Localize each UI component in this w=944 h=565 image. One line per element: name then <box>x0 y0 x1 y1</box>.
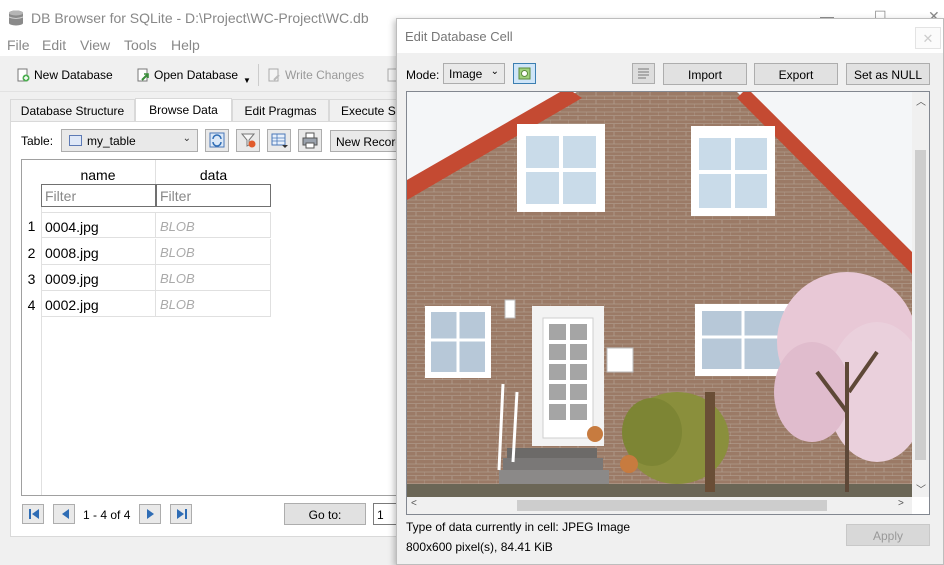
scroll-right-icon[interactable]: > <box>898 498 904 509</box>
write-changes-button[interactable]: Write Changes <box>267 66 364 84</box>
tab-edit-pragmas[interactable]: Edit Pragmas <box>232 99 329 121</box>
table-label: Table: <box>21 134 54 148</box>
export-button[interactable]: Export <box>754 63 838 85</box>
data-grid: name data Filter Filter 1 0004.jpg BLOB … <box>21 159 410 496</box>
set-null-button[interactable]: Set as NULL <box>846 63 930 85</box>
column-header-name[interactable]: name <box>41 160 156 184</box>
save-filter-button[interactable] <box>267 129 291 152</box>
database-icon <box>8 10 24 26</box>
table-row[interactable]: 4 0002.jpg BLOB <box>22 291 272 317</box>
mode-select-value: Image <box>449 67 483 81</box>
vertical-scroll-thumb[interactable] <box>915 150 926 460</box>
tab-execute-sql[interactable]: Execute SQL <box>329 99 405 121</box>
table-row[interactable]: 2 0008.jpg BLOB <box>22 239 272 265</box>
tab-browse-data[interactable]: Browse Data <box>135 98 232 122</box>
table-select[interactable]: my_table ⌄ <box>61 129 198 152</box>
save-table-icon <box>271 133 288 148</box>
cell-data[interactable]: BLOB <box>156 265 271 291</box>
menu-tools[interactable]: Tools <box>124 37 157 53</box>
record-range: 1 - 4 of 4 <box>83 508 131 522</box>
printer-icon <box>302 132 318 149</box>
column-header-data[interactable]: data <box>156 160 271 184</box>
image-viewer[interactable]: ︿ ﹀ < > <box>406 91 930 515</box>
dialog-title-bar: Edit Database Cell ✕ <box>397 19 943 53</box>
open-database-dropdown-arrow[interactable]: ▼ <box>243 76 251 85</box>
auto-switch-mode-button[interactable] <box>513 63 536 84</box>
row-number: 2 <box>27 245 36 261</box>
filter-clear-icon <box>240 133 256 148</box>
new-database-icon <box>17 68 30 82</box>
write-changes-label: Write Changes <box>285 68 365 82</box>
table-row[interactable]: 3 0009.jpg BLOB <box>22 265 272 291</box>
mode-select[interactable]: Image ⌄ <box>443 63 505 84</box>
clear-filters-button[interactable] <box>236 129 260 152</box>
first-page-icon <box>29 509 39 519</box>
chevron-down-icon: ⌄ <box>182 133 191 144</box>
edit-cell-dialog: Edit Database Cell ✕ Mode: Image ⌄ Impor… <box>396 18 944 565</box>
print-button[interactable] <box>298 129 322 152</box>
refresh-icon <box>209 132 225 148</box>
house-photo <box>407 92 912 497</box>
new-database-label: New Database <box>34 68 113 82</box>
previous-page-icon <box>62 509 69 519</box>
mode-label: Mode: <box>406 68 440 82</box>
dialog-close-button[interactable]: ✕ <box>915 27 941 49</box>
cell-data[interactable]: BLOB <box>156 212 271 238</box>
table-icon <box>69 135 82 146</box>
word-wrap-button[interactable] <box>632 63 655 84</box>
toolbar-separator <box>258 64 259 86</box>
row-number: 1 <box>27 218 36 234</box>
table-row[interactable]: 1 0004.jpg BLOB <box>22 212 272 238</box>
apply-button[interactable]: Apply <box>846 524 930 546</box>
refresh-button[interactable] <box>205 129 229 152</box>
menu-help[interactable]: Help <box>171 37 200 53</box>
last-record-button[interactable] <box>170 504 192 524</box>
row-header-column <box>22 160 41 495</box>
cell-name[interactable]: 0004.jpg <box>41 212 156 238</box>
open-database-icon <box>137 68 149 82</box>
write-changes-icon <box>268 68 280 82</box>
row-number: 3 <box>27 271 36 287</box>
cell-name[interactable]: 0002.jpg <box>41 291 156 317</box>
filter-data-input[interactable]: Filter <box>156 184 271 207</box>
last-page-icon <box>177 509 187 519</box>
auto-switch-icon <box>518 67 531 80</box>
cell-name[interactable]: 0009.jpg <box>41 265 156 291</box>
go-to-button[interactable]: Go to: <box>284 503 366 525</box>
cell-size-info: 800x600 pixel(s), 84.41 KiB <box>406 540 553 554</box>
import-button[interactable]: Import <box>663 63 747 85</box>
image-preview <box>407 92 912 497</box>
scroll-down-icon[interactable]: ﹀ <box>916 481 926 496</box>
scroll-up-icon[interactable]: ︿ <box>916 93 926 108</box>
menu-view[interactable]: View <box>80 37 110 53</box>
open-database-label: Open Database <box>154 68 239 82</box>
open-database-button[interactable]: Open Database <box>136 66 238 84</box>
menu-file[interactable]: File <box>7 37 30 53</box>
first-record-button[interactable] <box>22 504 44 524</box>
menu-edit[interactable]: Edit <box>42 37 66 53</box>
vertical-scrollbar[interactable]: ︿ ﹀ <box>912 92 929 497</box>
previous-record-button[interactable] <box>53 504 75 524</box>
horizontal-scroll-thumb[interactable] <box>517 500 827 511</box>
chevron-down-icon: ⌄ <box>490 66 499 77</box>
cell-name[interactable]: 0008.jpg <box>41 239 156 265</box>
horizontal-scrollbar[interactable]: < > <box>407 497 912 514</box>
cell-type-info: Type of data currently in cell: JPEG Ima… <box>406 520 631 534</box>
cell-data[interactable]: BLOB <box>156 291 271 317</box>
next-record-button[interactable] <box>139 504 161 524</box>
filter-name-input[interactable]: Filter <box>41 184 156 207</box>
scroll-left-icon[interactable]: < <box>411 498 417 509</box>
cell-data[interactable]: BLOB <box>156 239 271 265</box>
window-title: DB Browser for SQLite - D:\Project\WC-Pr… <box>31 10 369 26</box>
tab-database-structure[interactable]: Database Structure <box>10 99 135 121</box>
new-database-button[interactable]: New Database <box>16 66 113 84</box>
table-select-value: my_table <box>87 134 136 148</box>
row-number: 4 <box>27 297 36 313</box>
next-page-icon <box>147 509 154 519</box>
word-wrap-icon <box>638 68 649 79</box>
dialog-title: Edit Database Cell <box>405 29 513 44</box>
